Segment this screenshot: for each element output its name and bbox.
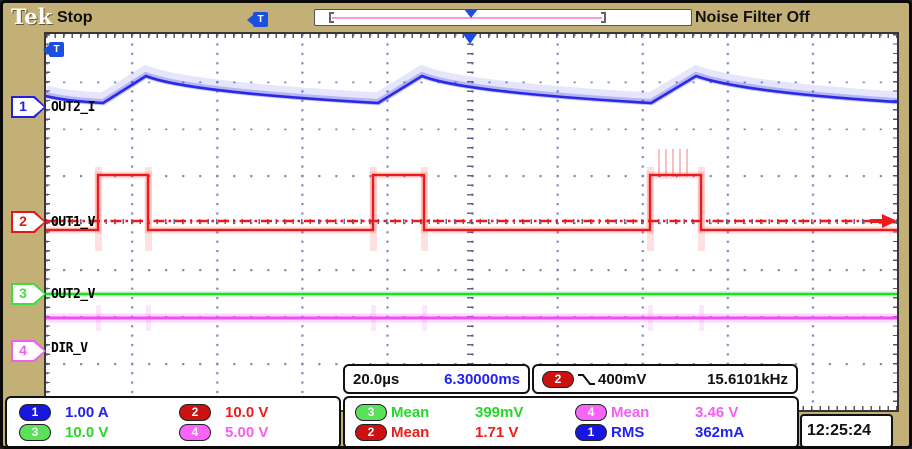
channel-1-badge: 1 — [19, 404, 51, 421]
graticule: T OUT2_I OUT1_V OUT2_V DIR_V — [44, 32, 899, 412]
clock: 12:25:24 — [800, 414, 893, 448]
channel-4-marker[interactable]: 4 — [11, 340, 46, 362]
trigger-position-icon: T — [253, 12, 268, 27]
trigger-readout: 2 400mV 15.6101kHz — [532, 364, 798, 394]
channel-1-scale: 1 1.00 A — [13, 402, 173, 423]
channel-1-label: OUT2_I — [51, 100, 95, 115]
timebase-scale: 20.0µs — [353, 371, 399, 388]
acquisition-status: Stop — [57, 9, 93, 27]
measurement-ch1-rms: 1 RMS 362mA — [571, 423, 791, 444]
channel-1-marker[interactable]: 1 — [11, 96, 46, 118]
noise-filter-status: Noise Filter Off — [695, 9, 810, 27]
measurement-ch4-mean: 4 Mean 3.46 V — [571, 402, 791, 423]
channel-3-badge: 3 — [19, 424, 51, 441]
channel-scale-readouts: 1 1.00 A 2 10.0 V 3 10.0 V 4 5.00 V — [5, 396, 341, 449]
measurement-ch1-badge: 1 — [575, 424, 607, 441]
channel-3-label: OUT2_V — [51, 287, 95, 302]
measurement-ch2-badge: 2 — [355, 424, 387, 441]
tek-logo: Tek — [11, 4, 52, 29]
falling-edge-icon — [576, 372, 596, 387]
trigger-level: 400mV — [598, 371, 646, 388]
channel-4-label: DIR_V — [51, 341, 88, 356]
trigger-source-badge: 2 — [542, 371, 574, 388]
measurement-ch2-mean: 2 Mean 1.71 V — [351, 423, 571, 444]
channel-4-badge: 4 — [179, 424, 211, 441]
horizontal-position: 6.30000ms — [444, 371, 520, 388]
measurement-readouts: 3 Mean 399mV 4 Mean 3.46 V 2 Mean 1.71 V… — [343, 396, 799, 449]
channel-3-scale: 3 10.0 V — [13, 423, 173, 444]
timebase-readout: 20.0µs 6.30000ms — [343, 364, 530, 394]
measurement-ch3-badge: 3 — [355, 404, 387, 421]
window-bracket-right-icon — [601, 12, 606, 23]
channel-2-scale: 2 10.0 V — [173, 402, 333, 423]
channel-4-scale: 4 5.00 V — [173, 423, 333, 444]
record-view-bar — [314, 9, 692, 26]
measurement-ch4-badge: 4 — [575, 404, 607, 421]
trigger-frequency: 15.6101kHz — [707, 371, 788, 388]
channel-2-badge: 2 — [179, 404, 211, 421]
waveform-traces — [46, 34, 897, 410]
channel-3-marker[interactable]: 3 — [11, 283, 46, 305]
oscilloscope-screen: Tek Stop T Noise Filter Off T OUT2_I OUT… — [0, 0, 912, 449]
measurement-ch3-mean: 3 Mean 399mV — [351, 402, 571, 423]
trigger-marker-icon — [464, 9, 478, 18]
channel-2-marker[interactable]: 2 — [11, 211, 46, 233]
trigger-position-edge-icon: T — [49, 42, 64, 57]
channel-2-label: OUT1_V — [51, 215, 95, 230]
